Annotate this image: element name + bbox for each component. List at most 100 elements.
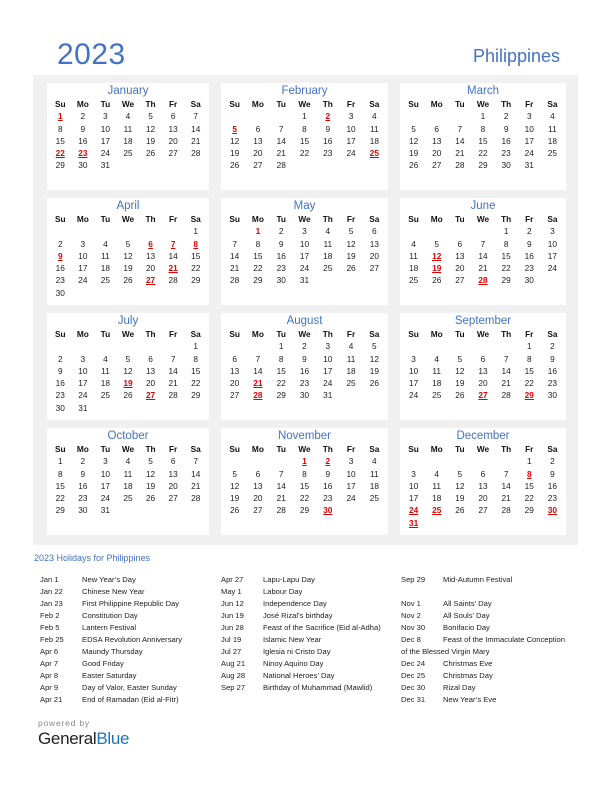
weekday-header: Sa — [369, 444, 380, 454]
day-cell: 23 — [323, 148, 333, 159]
day-cell: 7 — [193, 456, 199, 467]
weekday-header: Mo — [430, 444, 443, 454]
brand-footer: powered by GeneralBlue — [38, 718, 130, 749]
day-cell: 3 — [80, 353, 86, 364]
day-cell: 28 — [191, 493, 201, 504]
holiday-day: 7 — [170, 238, 176, 249]
month-days-grid: Su Mo Tu We Th Fr Sa 1 2 3 4 5 6 7 8 9 10 11 12 13 14 15 16 17 1… — [400, 98, 566, 172]
weekday-header: Fr — [168, 99, 178, 109]
month-name: April — [116, 200, 140, 212]
day-cell: 30 — [55, 402, 65, 413]
day-cell: 5 — [148, 456, 153, 467]
day-cell: 28 — [276, 160, 286, 171]
weekday-header: Su — [54, 99, 66, 109]
day-cell: 29 — [501, 275, 511, 286]
weekday-header: Mo — [251, 329, 264, 339]
month-name: June — [470, 200, 496, 212]
day-cell: 11 — [548, 123, 557, 134]
day-cell: 17 — [100, 135, 111, 146]
generalblue-logo[interactable]: GeneralBlue — [38, 729, 130, 749]
day-cell: 20 — [253, 148, 263, 159]
day-cell: 4 — [125, 456, 131, 467]
day-cell: 19 — [145, 480, 156, 491]
empty-cell — [94, 340, 117, 352]
weekday-header: Fr — [525, 99, 534, 109]
holiday-date: Dec 8 — [401, 635, 421, 644]
day-cell: 17 — [78, 378, 88, 389]
empty-cell — [471, 455, 494, 467]
empty-cell — [448, 455, 471, 467]
holiday-list-column-2: Apr 27 Lapu-Lapu Day May 1 Labour Day Jun 12… — [221, 574, 381, 694]
day-cell: 10 — [408, 365, 419, 376]
day-cell: 10 — [299, 238, 310, 249]
day-cell: 5 — [348, 226, 354, 237]
day-cell: 8 — [526, 353, 532, 364]
holiday-name: Lantern Festival — [82, 623, 137, 632]
day-cell: 1 — [526, 341, 532, 352]
holiday-item: Jan 1 New Year’s Day — [40, 574, 182, 586]
holiday-date: Apr 21 — [40, 695, 63, 704]
day-cell: 12 — [145, 468, 156, 479]
day-cell: 31 — [78, 402, 88, 413]
day-cell: 18 — [100, 378, 111, 389]
day-cell: 19 — [408, 148, 419, 159]
day-cell: 29 — [55, 160, 65, 171]
weekday-header: Sa — [547, 329, 558, 339]
holiday-date: Apr 6 — [40, 647, 59, 656]
weekday-header: Tu — [276, 329, 286, 339]
day-cell: 1 — [526, 456, 532, 467]
month-name: October — [107, 430, 149, 442]
day-cell: 11 — [370, 123, 379, 134]
day-cell: 5 — [125, 238, 131, 249]
day-cell: 13 — [369, 238, 379, 249]
day-cell: 5 — [125, 353, 131, 364]
day-cell: 19 — [369, 365, 379, 376]
month-may: May Su Mo Tu We Th Fr Sa 1 2 3 4 5 6 7 8 9 10 11 12 13 14 15 16… — [221, 198, 388, 305]
day-cell: 24 — [408, 390, 419, 401]
day-cell: 25 — [432, 390, 442, 401]
empty-cell — [139, 340, 162, 352]
day-cell: 15 — [276, 365, 286, 376]
day-cell: 6 — [170, 111, 176, 122]
month-days-grid: Su Mo Tu We Th Fr Sa 1 2 3 4 5 6 7 8 9 10 11 12 13 14 15 16 17 1… — [221, 98, 388, 172]
month-march: March Su Mo Tu We Th Fr Sa 1 2 3 4 5 6 7 8 9 10 11 12 13 14 15… — [400, 83, 566, 190]
holiday-day: 9 — [57, 250, 63, 261]
holiday-name: Birthday of Muhammad (Mawlid) — [263, 683, 373, 692]
weekday-header: Fr — [525, 444, 534, 454]
day-cell: 4 — [372, 456, 377, 467]
day-cell: 16 — [55, 263, 65, 274]
day-cell: 1 — [480, 111, 486, 122]
weekday-header: Th — [322, 444, 333, 454]
month-name: May — [293, 200, 316, 212]
holiday-day: 28 — [478, 275, 488, 286]
day-cell: 9 — [80, 468, 86, 479]
day-cell: 27 — [168, 148, 178, 159]
day-cell: 14 — [276, 480, 286, 491]
day-cell: 7 — [457, 123, 463, 134]
weekday-header: Mo — [251, 99, 264, 109]
holiday-day: 30 — [547, 505, 558, 516]
day-cell: 25 — [323, 263, 333, 274]
day-cell: 23 — [501, 148, 511, 159]
day-cell: 28 — [276, 505, 286, 516]
day-cell: 31 — [524, 160, 534, 171]
holiday-name: Ninoy Aquino Day — [263, 659, 324, 668]
day-cell: 8 — [57, 468, 63, 479]
day-cell: 18 — [323, 250, 333, 261]
holiday-name: First Philippine Republic Day — [82, 599, 180, 608]
day-cell: 3 — [411, 353, 416, 364]
holiday-day: 25 — [369, 148, 379, 159]
day-cell: 10 — [323, 353, 333, 364]
day-cell: 27 — [230, 390, 240, 401]
day-cell: 21 — [501, 378, 511, 389]
day-cell: 23 — [547, 378, 558, 389]
day-cell: 5 — [372, 341, 377, 352]
month-name: July — [117, 315, 139, 327]
holiday-name: Rizal Day — [443, 683, 476, 692]
day-cell: 26 — [230, 505, 240, 516]
holiday-item: Apr 7 Good Friday — [40, 658, 182, 670]
day-cell: 27 — [478, 505, 488, 516]
weekday-header: We — [476, 214, 490, 224]
day-cell: 1 — [57, 456, 63, 467]
holiday-date: Sep 29 — [401, 575, 426, 584]
